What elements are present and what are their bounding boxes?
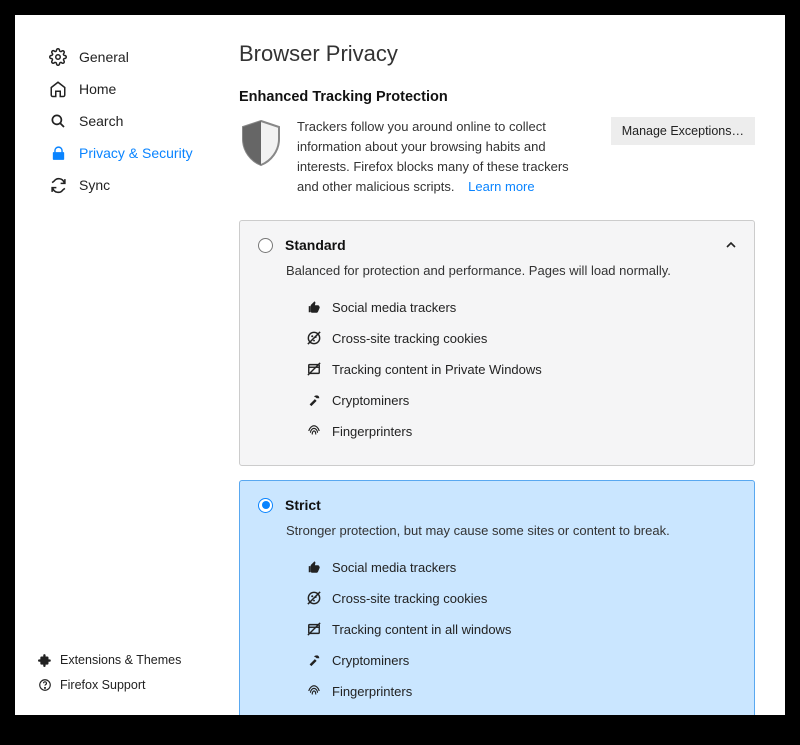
thumbs-icon — [306, 300, 321, 315]
puzzle-icon — [37, 652, 52, 667]
sidebar-item-sync[interactable]: Sync — [15, 169, 215, 201]
sidebar-item-label: Sync — [79, 177, 110, 193]
radio-strict[interactable] — [258, 498, 273, 513]
tracker-item: Cryptominers — [306, 645, 736, 676]
card-desc: Balanced for protection and performance.… — [286, 263, 736, 278]
intro-row: Trackers follow you around online to col… — [239, 117, 755, 198]
tracker-item: Social media trackers — [306, 292, 736, 323]
pickaxe-icon — [306, 393, 321, 408]
main-content: Browser Privacy Enhanced Tracking Protec… — [215, 15, 785, 715]
tracker-item: Cryptominers — [306, 385, 736, 416]
cookie-slash-icon — [306, 331, 321, 346]
fingerprint-icon — [306, 424, 321, 439]
tracker-label: Fingerprinters — [332, 684, 412, 699]
tracker-item: Fingerprinters — [306, 676, 736, 707]
sidebar-item-search[interactable]: Search — [15, 105, 215, 137]
tracker-item: Fingerprinters — [306, 416, 736, 447]
section-heading: Enhanced Tracking Protection — [239, 89, 755, 105]
sidebar-item-label: Privacy & Security — [79, 145, 193, 161]
tracker-label: Social media trackers — [332, 560, 456, 575]
tracker-item: Social media trackers — [306, 552, 736, 583]
thumbs-icon — [306, 560, 321, 575]
sidebar-item-home[interactable]: Home — [15, 73, 215, 105]
page-title: Browser Privacy — [239, 41, 755, 67]
lock-icon — [49, 144, 67, 162]
fingerprint-icon — [306, 684, 321, 699]
card-title: Standard — [285, 237, 726, 253]
tracker-label: Cryptominers — [332, 393, 409, 408]
sidebar-item-extensions[interactable]: Extensions & Themes — [15, 647, 215, 672]
tracker-label: Tracking content in Private Windows — [332, 362, 542, 377]
chevron-up-icon[interactable] — [726, 240, 736, 250]
home-icon — [49, 80, 67, 98]
manage-exceptions-button[interactable]: Manage Exceptions… — [611, 117, 755, 145]
sidebar-item-support[interactable]: Firefox Support — [15, 672, 215, 697]
tracker-item: Tracking content in Private Windows — [306, 354, 736, 385]
shield-icon — [239, 119, 283, 167]
pickaxe-icon — [306, 653, 321, 668]
sidebar-item-label: Extensions & Themes — [60, 653, 181, 667]
sidebar-item-privacy-security[interactable]: Privacy & Security — [15, 137, 215, 169]
tracker-label: Social media trackers — [332, 300, 456, 315]
tracker-list-strict: Social media trackers Cross-site trackin… — [306, 552, 736, 707]
sidebar-item-label: General — [79, 49, 129, 65]
protection-card-standard[interactable]: Standard Balanced for protection and per… — [239, 220, 755, 466]
window-slash-icon — [306, 622, 321, 637]
search-icon — [49, 112, 67, 130]
card-desc: Stronger protection, but may cause some … — [286, 523, 736, 538]
cookie-slash-icon — [306, 591, 321, 606]
tracker-label: Cross-site tracking cookies — [332, 331, 487, 346]
sidebar-item-label: Home — [79, 81, 116, 97]
sidebar: General Home Search Privacy & Security — [15, 15, 215, 715]
sidebar-item-label: Search — [79, 113, 123, 129]
protection-card-strict[interactable]: Strict Stronger protection, but may caus… — [239, 480, 755, 715]
sidebar-item-general[interactable]: General — [15, 41, 215, 73]
tracker-label: Cross-site tracking cookies — [332, 591, 487, 606]
tracker-label: Cryptominers — [332, 653, 409, 668]
radio-standard[interactable] — [258, 238, 273, 253]
tracker-item: Tracking content in all windows — [306, 614, 736, 645]
tracker-label: Fingerprinters — [332, 424, 412, 439]
tracker-item: Cross-site tracking cookies — [306, 323, 736, 354]
window-slash-icon — [306, 362, 321, 377]
help-icon — [37, 677, 52, 692]
tracker-item: Cross-site tracking cookies — [306, 583, 736, 614]
gear-icon — [49, 48, 67, 66]
learn-more-link[interactable]: Learn more — [468, 179, 534, 194]
tracker-label: Tracking content in all windows — [332, 622, 511, 637]
intro-text: Trackers follow you around online to col… — [297, 117, 593, 198]
sync-icon — [49, 176, 67, 194]
card-title: Strict — [285, 497, 736, 513]
tracker-list-standard: Social media trackers Cross-site trackin… — [306, 292, 736, 447]
sidebar-item-label: Firefox Support — [60, 678, 145, 692]
